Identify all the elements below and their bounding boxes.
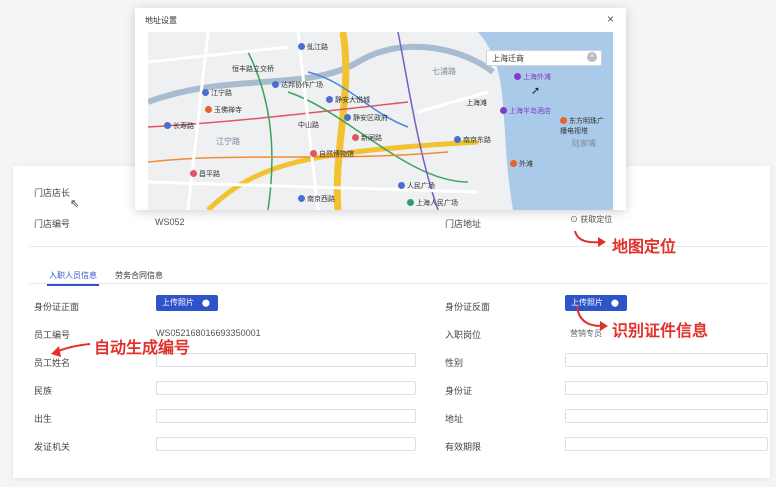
map-poi: 昌平路: [190, 169, 220, 179]
map-poi: 南京东路: [454, 135, 491, 145]
map-poi: 上海滩: [466, 100, 487, 107]
arrow-map-locate-head: [598, 237, 606, 247]
map-poi: 玉佛禅寺: [205, 105, 242, 115]
map-poi: 人民广场: [398, 181, 435, 191]
arrow-recognize-id: [576, 305, 602, 327]
map-poi: 虬江路: [298, 42, 328, 52]
metro-pin-icon: [298, 195, 305, 202]
poi-pin-icon: [272, 81, 279, 88]
map-poi: 达邦协作广场: [272, 80, 323, 90]
close-icon[interactable]: ×: [607, 12, 614, 26]
modal-title: 地址设置: [145, 16, 177, 25]
poi-pin-icon: [407, 199, 414, 206]
map-poi: 长寿路: [164, 121, 194, 131]
annotation-auto-number: 自动生成编号: [94, 338, 191, 357]
metro-pin-icon: [202, 89, 209, 96]
metro-pin-icon: [398, 182, 405, 189]
map-search-value: 上海迁商: [492, 54, 524, 63]
address-settings-modal: 地址设置 × 恒丰路立交桥 达邦协作广场 江宁路 玉佛禅寺 静安大悦城 长寿路 …: [135, 8, 626, 210]
poi-pin-icon: [344, 114, 351, 121]
map-view[interactable]: 恒丰路立交桥 达邦协作广场 江宁路 玉佛禅寺 静安大悦城 长寿路 静安区政府 江…: [148, 32, 613, 210]
map-poi: 上海半岛酒店: [500, 106, 551, 116]
map-poi: 东方明珠广播电视塔: [560, 117, 604, 135]
metro-pin-icon: [454, 136, 461, 143]
poi-pin-icon: [510, 160, 517, 167]
arrow-map-locate: [574, 230, 601, 244]
map-poi: 江宁路: [202, 88, 232, 98]
map-poi: 静安区政府: [344, 113, 388, 123]
poi-pin-icon: [326, 96, 333, 103]
map-search-input[interactable]: 上海迁商 ×: [486, 50, 602, 66]
map-poi: 外滩: [510, 159, 533, 169]
annotation-map-locate: 地图定位: [612, 237, 677, 256]
metro-pin-icon: [190, 170, 197, 177]
arrow-auto-number-head: [51, 346, 61, 357]
map-poi-selected: 上海外滩: [514, 72, 551, 82]
map-district: 江宁路: [216, 137, 240, 146]
clear-search-icon[interactable]: ×: [587, 52, 597, 62]
map-poi: 南京西路: [298, 194, 335, 204]
map-poi: 中山路: [298, 122, 319, 129]
metro-pin-icon: [298, 43, 305, 50]
map-poi: 自然博物馆: [310, 149, 354, 159]
mouse-pointer-icon: ➚: [531, 85, 541, 97]
map-poi: 上海人民广场: [407, 198, 458, 208]
metro-pin-icon: [352, 134, 359, 141]
map-poi: 静安大悦城: [326, 95, 370, 105]
poi-pin-icon: [310, 150, 317, 157]
map-poi: 恒丰路立交桥: [232, 66, 274, 73]
annotation-recognize-id: 识别证件信息: [612, 321, 709, 340]
map-district: 陆家嘴: [572, 139, 596, 148]
arrow-recognize-id-head: [600, 321, 608, 331]
poi-pin-icon: [560, 117, 567, 124]
arrow-auto-number: [55, 343, 91, 353]
poi-pin-icon: [514, 73, 521, 80]
map-poi: 新闸路: [352, 133, 382, 143]
metro-pin-icon: [164, 122, 171, 129]
poi-pin-icon: [205, 106, 212, 113]
map-district: 七浦路: [432, 67, 456, 76]
poi-pin-icon: [500, 107, 507, 114]
